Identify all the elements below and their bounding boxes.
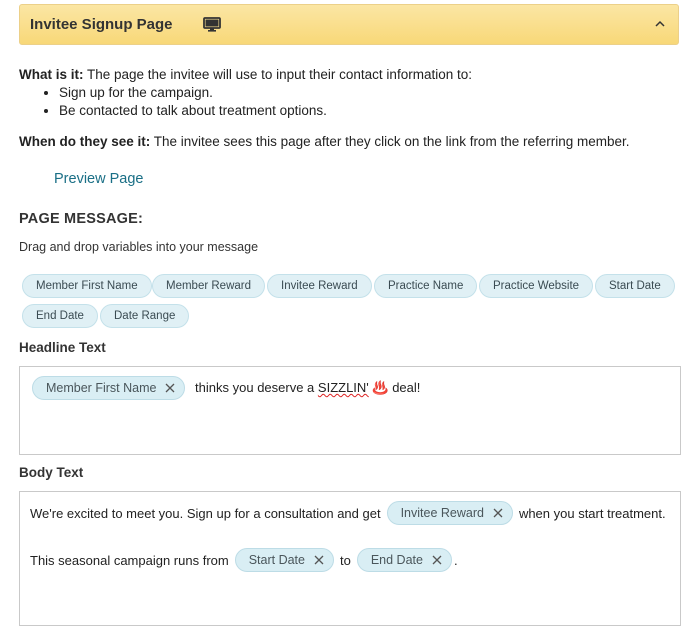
token-label: End Date [370, 553, 423, 567]
body-text: to [339, 552, 351, 568]
preview-page-link[interactable]: Preview Page [54, 171, 143, 187]
body-label: Body Text [19, 465, 84, 480]
section-header[interactable]: Invitee Signup Page [19, 4, 679, 45]
token-end-date[interactable]: End Date [356, 548, 452, 572]
body-text: We're excited to meet you. Sign up for a… [30, 505, 381, 521]
variable-chip-practice-name[interactable]: Practice Name [374, 274, 478, 298]
variable-chip-end-date[interactable]: End Date [22, 304, 98, 328]
monitor-icon [202, 17, 221, 32]
list-item: Be contacted to talk about treatment opt… [59, 102, 679, 120]
what-text: The page the invitee will use to input t… [83, 67, 472, 82]
token-invitee-reward[interactable]: Invitee Reward [386, 501, 513, 525]
list-item: Sign up for the campaign. [59, 84, 679, 102]
when-text: The invitee sees this page after they cl… [150, 134, 630, 149]
body-text: when you start treatment. [518, 505, 666, 521]
body-editor[interactable]: We're excited to meet you. Sign up for a… [19, 491, 681, 626]
body-text: . [453, 552, 458, 568]
drag-drop-hint: Drag and drop variables into your messag… [19, 240, 259, 254]
token-label: Start Date [248, 553, 305, 567]
variable-chip-start-date[interactable]: Start Date [595, 274, 675, 298]
chevron-up-icon[interactable] [654, 18, 666, 30]
close-icon[interactable] [493, 508, 503, 518]
headline-text: thinks you deserve a SIZZLIN' ♨️ deal! [191, 380, 421, 395]
headline-label: Headline Text [19, 340, 106, 355]
variable-chip-member-first-name[interactable]: Member First Name [22, 274, 152, 298]
body-text: This seasonal campaign runs from [30, 552, 229, 568]
token-label: Member First Name [46, 381, 157, 395]
token-member-first-name[interactable]: Member First Name [32, 376, 186, 400]
variable-chip-date-range[interactable]: Date Range [100, 304, 190, 328]
token-label: Invitee Reward [400, 506, 484, 520]
token-start-date[interactable]: Start Date [234, 548, 334, 572]
page-message-title: PAGE MESSAGE: [19, 211, 143, 227]
when-label: When do they see it: [19, 134, 151, 149]
when-do-they-see-it: When do they see it: The invitee sees th… [19, 134, 630, 149]
close-icon[interactable] [314, 555, 324, 565]
what-is-it: What is it: The page the invitee will us… [19, 66, 679, 120]
variable-chip-invitee-reward[interactable]: Invitee Reward [267, 274, 372, 298]
close-icon[interactable] [165, 383, 175, 393]
variable-chip-practice-website[interactable]: Practice Website [479, 274, 594, 298]
variable-chip-member-reward[interactable]: Member Reward [152, 274, 265, 298]
what-label: What is it: [19, 67, 84, 82]
purpose-list: Sign up for the campaign. Be contacted t… [59, 84, 679, 120]
section-title: Invitee Signup Page [30, 16, 173, 33]
headline-editor[interactable]: Member First Name thinks you deserve a S… [19, 366, 681, 455]
close-icon[interactable] [432, 555, 442, 565]
misspelled-word: SIZZLIN' [317, 380, 369, 395]
